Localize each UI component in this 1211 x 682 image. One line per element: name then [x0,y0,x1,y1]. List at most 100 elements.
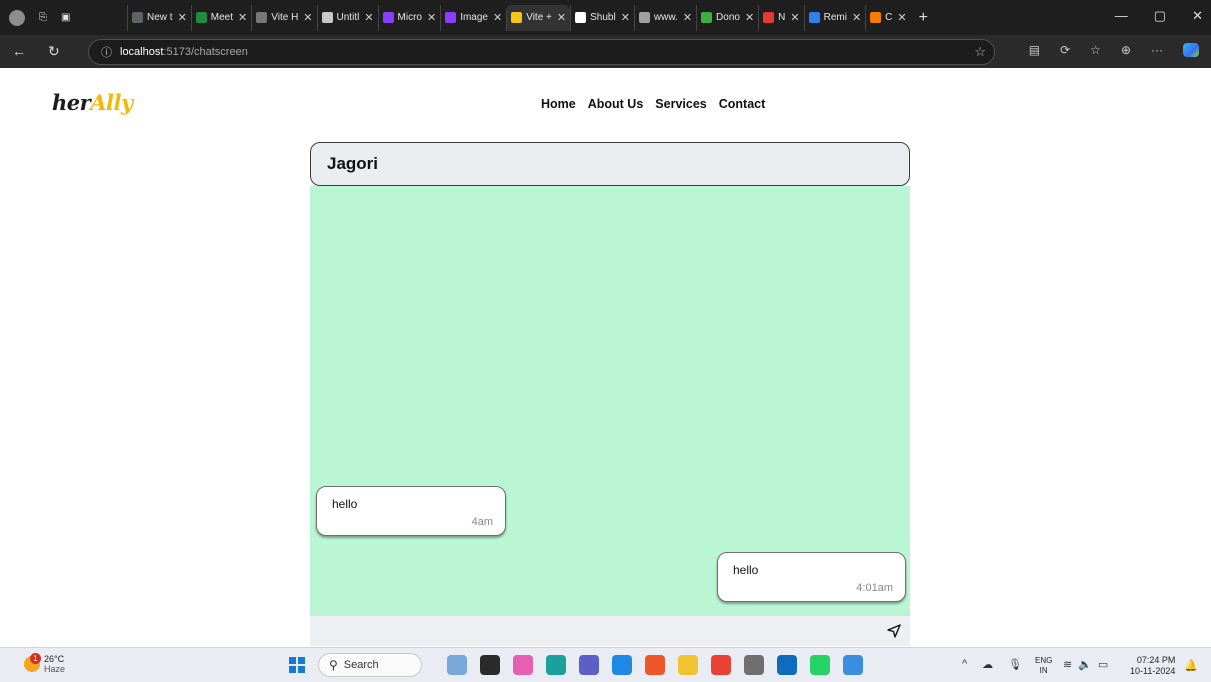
tab-title: Untitl [336,12,360,23]
nav-link-services[interactable]: Services [655,97,706,111]
tab-favicon-icon [870,12,882,23]
tab-close-icon[interactable]: ✕ [790,11,799,24]
chat-header: Jagori [310,142,910,186]
tab-favicon-icon [575,12,587,23]
taskbar-clock[interactable]: 07:24 PM 10-11-2024 [1130,655,1175,677]
browser-tab[interactable]: Dono ✕ [696,4,758,31]
back-arrow-icon[interactable]: ← [12,43,26,60]
workspaces-icon[interactable]: ⎘ [39,12,47,23]
tab-close-icon[interactable]: ✕ [178,11,187,24]
tab-close-icon[interactable]: ✕ [364,11,373,24]
tab-title: Dono [716,12,740,23]
browser-tab[interactable]: C ✕ [865,4,910,31]
teams-app-icon[interactable] [579,655,599,675]
taskbar-search[interactable]: ⚲ Search [318,653,422,677]
weather-condition: Haze [44,664,66,674]
browser-tab[interactable]: Remi ✕ [803,4,866,31]
message-bubble-received: hello 4am [316,486,506,536]
minimize-icon[interactable]: — [1115,8,1128,24]
browser-tab[interactable]: Image ✕ [440,4,506,31]
tab-close-icon[interactable]: ✕ [493,11,502,24]
wifi-icon: ≋ [1063,659,1073,671]
copilot-app-icon[interactable] [513,655,533,675]
tray-overflow-icon[interactable]: ^ [962,658,967,671]
file-explorer-app-icon[interactable] [678,655,698,675]
favorites-icon[interactable]: ☆ [1090,43,1101,57]
browser-tab[interactable]: Vite + ✕ [506,4,571,31]
collections-icon[interactable]: ⊕ [1121,43,1131,57]
windows-start-icon[interactable] [289,657,305,673]
tab-title: www. [653,12,678,23]
tab-close-icon[interactable]: ✕ [303,11,312,24]
browser-tab[interactable]: New t ✕ [127,4,191,31]
send-icon[interactable] [886,623,902,639]
volume-icon: 🔈 [1078,659,1092,671]
weather-temperature: 26°C [44,654,65,664]
photos-app-icon[interactable] [843,655,863,675]
new-tab-button[interactable]: + [919,9,928,27]
tab-favicon-icon [321,12,333,23]
tab-close-icon[interactable]: ✕ [745,11,754,24]
site-logo[interactable]: herAlly [52,90,133,115]
language-code: ENG [1035,656,1053,665]
browser-tab[interactable]: www. ✕ [633,4,696,31]
browser-tab[interactable]: Micro ✕ [377,4,441,31]
outlook-app-icon[interactable] [777,655,797,675]
tab-actions-icon[interactable]: ▣ [61,12,70,23]
whatsapp-app-icon[interactable] [810,655,830,675]
tab-close-icon[interactable]: ✕ [683,11,692,24]
message-time: 4:01am [856,582,893,594]
nav-link-contact[interactable]: Contact [719,97,766,111]
tab-favicon-icon [382,12,394,23]
tab-close-icon[interactable]: ✕ [621,11,630,24]
onedrive-icon[interactable]: ☁ [982,658,993,671]
browser-tab[interactable]: Shubl ✕ [570,4,634,31]
more-menu-icon[interactable]: ··· [1151,43,1163,57]
file-manager-app-icon[interactable] [480,655,500,675]
region-code: IN [1039,666,1048,675]
reading-view-icon[interactable]: ▤ [1029,43,1040,57]
paint-app-icon[interactable] [447,655,467,675]
tab-title: N [778,12,786,23]
tab-close-icon[interactable]: ✕ [238,11,247,24]
browser-tab[interactable]: Vite H ✕ [251,4,316,31]
favorite-star-icon[interactable]: ☆ [974,44,986,60]
chatgpt-app-icon[interactable] [744,655,764,675]
browser-tab[interactable]: N ✕ [758,4,803,31]
search-icon: ⚲ [329,658,338,672]
tab-close-icon[interactable]: ✕ [427,11,436,24]
tab-title: New t [147,12,173,23]
input-language[interactable]: ENG IN [1035,656,1052,676]
brave-app-icon[interactable] [645,655,665,675]
site-info-icon[interactable]: ⓘ [101,44,112,60]
windows-taskbar: 1 26°C Haze ⚲ Search ^ ☁ 🎙 ENG IN ≋ 🔈 ▭ … [0,647,1211,682]
tab-title: Shubl [590,12,616,23]
browser-tab[interactable]: Untitl ✕ [316,4,378,31]
nav-link-about[interactable]: About Us [588,97,644,111]
tab-favicon-icon [763,12,775,23]
vscode-app-icon[interactable] [612,655,632,675]
notification-bell-icon[interactable]: 🔔 [1184,659,1198,672]
chat-title: Jagori [327,154,379,173]
tab-close-icon[interactable]: ✕ [852,11,861,24]
close-window-icon[interactable]: ✕ [1192,8,1203,24]
weather-widget[interactable]: 1 26°C Haze [24,653,66,674]
tab-close-icon[interactable]: ✕ [557,11,566,24]
nav-link-home[interactable]: Home [541,97,576,111]
copilot-icon[interactable] [1183,43,1199,57]
network-volume-battery[interactable]: ≋ 🔈 ▭ [1063,658,1108,671]
microphone-icon[interactable]: 🎙 [1008,658,1022,671]
tab-close-icon[interactable]: ✕ [897,11,906,24]
edge-app-icon[interactable] [546,655,566,675]
message-input[interactable] [310,615,886,647]
extensions-icon[interactable]: ⟳ [1060,43,1070,57]
tab-list: New t ✕ Meet ✕ Vite H ✕ Untitl ✕ Micro ✕ Image ✕ Vit… [127,4,911,31]
profile-icon[interactable] [9,9,25,26]
refresh-icon[interactable]: ↻ [48,43,60,60]
maximize-icon[interactable]: ▢ [1154,8,1166,24]
url-field[interactable]: ⓘ localhost:5173/chatscreen ☆ [88,39,995,65]
browser-tab[interactable]: Meet ✕ [190,4,251,31]
chat-messages-area[interactable]: hello 4am hello 4:01am [310,186,910,616]
chrome-app-icon[interactable] [711,655,731,675]
tab-strip-leading-icons: ⎘ ▣ [0,9,127,26]
